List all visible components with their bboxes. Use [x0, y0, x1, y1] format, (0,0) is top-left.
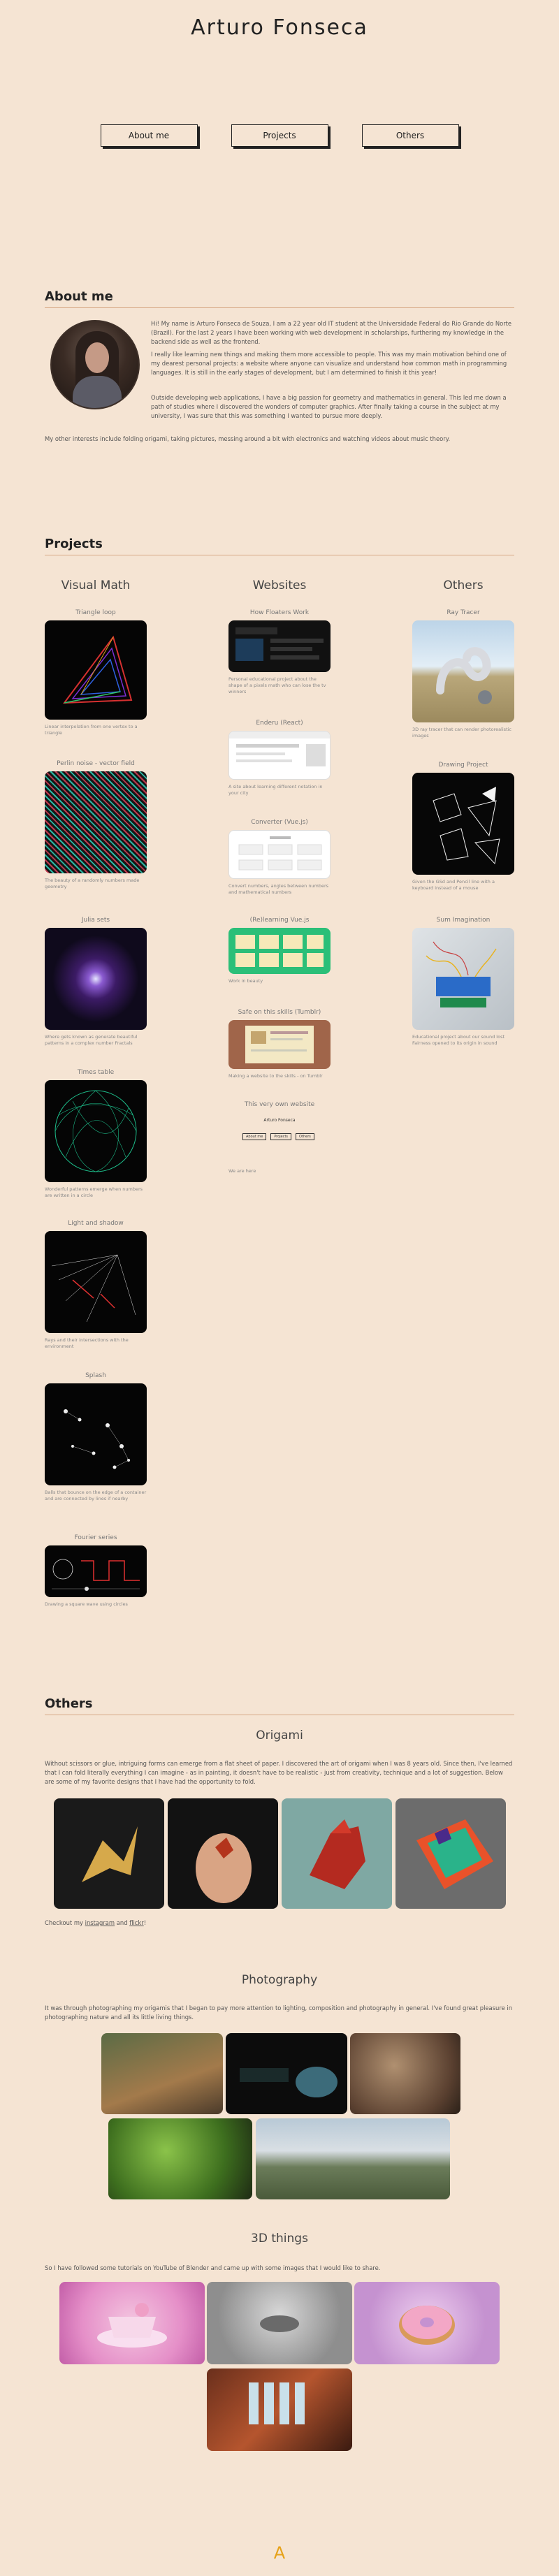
- project-title: Converter (Vue.js): [251, 819, 308, 826]
- render-teacup[interactable]: [59, 2282, 205, 2364]
- mini-site-link: Projects: [270, 1133, 292, 1140]
- project-caption: Personal educational project about the s…: [228, 676, 326, 694]
- mini-site-title: Arturo Fonseca: [263, 1118, 296, 1123]
- column-title-others: Others: [443, 578, 484, 592]
- render-pebbles[interactable]: [207, 2282, 352, 2364]
- column-title-websites: Websites: [252, 578, 307, 592]
- project-caption: We are here: [228, 1168, 256, 1174]
- about-divider: [45, 307, 514, 308]
- footer-logo[interactable]: A: [0, 2543, 559, 2563]
- origami-photo-box[interactable]: [395, 1798, 506, 1909]
- project-title: Times table: [77, 1069, 115, 1076]
- column-title-visual-math: Visual Math: [61, 578, 131, 592]
- origami-text: Without scissors or glue, intriguing for…: [45, 1760, 513, 1785]
- project-caption: Drawing a square wave using circles: [45, 1601, 128, 1607]
- about-paragraph-3: Outside developing web applications, I h…: [151, 394, 507, 419]
- project-thumbnail-julia-sets[interactable]: [45, 928, 147, 1030]
- about-paragraph-1: Hi! My name is Arturo Fonseca de Souza, …: [151, 320, 512, 345]
- origami-footer-suffix: !: [143, 1919, 147, 1926]
- origami-footer: Checkout my instagram and flickr!: [45, 1919, 514, 1928]
- project-thumbnail-this-website[interactable]: Arturo Fonseca About me Projects Others: [228, 1112, 331, 1164]
- project-title: Triangle loop: [75, 609, 116, 616]
- project-caption: Given the GSd and Pencil line with a key…: [412, 879, 495, 891]
- photo-nature-3[interactable]: [350, 2033, 460, 2114]
- about-paragraph-4: My other interests include folding origa…: [45, 435, 451, 442]
- nav-about-button[interactable]: About me: [100, 124, 198, 147]
- about-text-2: Outside developing web applications, I h…: [151, 393, 514, 424]
- project-title: (Re)learning Vue.js: [249, 917, 310, 924]
- project-caption: Balls that bounce on the edge of a conta…: [45, 1490, 147, 1501]
- project-title: How Floaters Work: [249, 609, 310, 616]
- about-text: Hi! My name is Arturo Fonseca de Souza, …: [151, 319, 514, 381]
- project-thumbnail-how-floaters-work[interactable]: [228, 620, 331, 672]
- project-caption: The beauty of a randomly numbers made ge…: [45, 878, 140, 889]
- project-thumbnail-times-table[interactable]: [45, 1080, 147, 1182]
- nav-projects-button[interactable]: Projects: [231, 124, 328, 147]
- project-title: Sum Imagination: [436, 917, 491, 924]
- project-thumbnail-triangle-loop[interactable]: [45, 620, 147, 720]
- project-title: Enderu (React): [256, 720, 303, 727]
- photography-text: It was through photographing my origamis…: [45, 2004, 513, 2021]
- project-thumbnail-tumblr[interactable]: [228, 1020, 331, 1069]
- project-title: Julia sets: [81, 917, 110, 924]
- three-d-title: 3D things: [251, 2232, 308, 2246]
- origami-footer-prefix: Checkout my: [45, 1919, 85, 1926]
- mini-site-link: Others: [296, 1133, 314, 1140]
- photo-nature-5[interactable]: [256, 2118, 450, 2199]
- project-thumbnail-perlin-noise[interactable]: [45, 771, 147, 873]
- project-title: Drawing Project: [438, 762, 488, 769]
- project-title: Ray Tracer: [447, 609, 480, 616]
- photography-title: Photography: [241, 1973, 318, 1987]
- about-paragraph-2: I really like learning new things and ma…: [151, 351, 507, 376]
- avatar: [50, 320, 140, 409]
- photo-nature-1[interactable]: [101, 2033, 223, 2114]
- flickr-link[interactable]: flickr: [129, 1919, 144, 1926]
- project-title: Safe on this skills (Tumblr): [238, 1009, 321, 1016]
- instagram-link[interactable]: instagram: [85, 1919, 115, 1926]
- project-thumbnail-light-and-shadow[interactable]: [45, 1231, 147, 1333]
- project-thumbnail-fourier-series[interactable]: [45, 1545, 147, 1597]
- project-caption: Where gets known as generate beautiful p…: [45, 1034, 138, 1046]
- project-caption: Linear interpolation from one vertex to …: [45, 724, 138, 736]
- project-title: Fourier series: [74, 1534, 117, 1541]
- project-thumbnail-relearning-vue[interactable]: [228, 928, 331, 974]
- origami-photo-bird[interactable]: [282, 1798, 392, 1909]
- project-title: This very own website: [244, 1101, 315, 1108]
- origami-photo-dragon[interactable]: [54, 1798, 164, 1909]
- project-caption: 3D ray tracer that can render photoreali…: [412, 727, 511, 738]
- page: Arturo Fonseca About me Projects Others …: [0, 0, 559, 2576]
- project-thumbnail-ray-tracer[interactable]: [412, 620, 514, 722]
- three-d-text: So I have followed some tutorials on You…: [45, 2264, 381, 2271]
- origami-title: Origami: [256, 1729, 303, 1742]
- photo-nature-4[interactable]: [108, 2118, 252, 2199]
- project-thumbnail-splash[interactable]: [45, 1383, 147, 1485]
- nav-others-button[interactable]: Others: [361, 124, 459, 147]
- project-title: Splash: [85, 1372, 106, 1379]
- mini-site-link: About me: [242, 1133, 267, 1140]
- photo-nature-2[interactable]: [226, 2033, 347, 2114]
- project-title: Light and shadow: [68, 1220, 124, 1227]
- about-section-title: About me: [45, 289, 113, 304]
- project-caption: Educational project about our sound lost…: [412, 1034, 505, 1046]
- projects-section-title: Projects: [45, 537, 103, 551]
- project-thumbnail-sum-imagination[interactable]: [412, 928, 514, 1030]
- project-caption: Making a website to the skills - on Tumb…: [228, 1073, 323, 1079]
- others-section-title: Others: [45, 1696, 93, 1711]
- render-room[interactable]: [207, 2368, 352, 2451]
- project-caption: Rays and their intersections with the en…: [45, 1337, 129, 1349]
- origami-footer-mid: and: [115, 1919, 130, 1926]
- project-thumbnail-drawing-project[interactable]: [412, 773, 514, 875]
- render-donut[interactable]: [354, 2282, 500, 2364]
- project-caption: A site about learning different notation…: [228, 784, 323, 796]
- project-caption: Wonderful patterns emerge when numbers a…: [45, 1186, 143, 1198]
- project-caption: Convert numbers, angles between numbers …: [228, 883, 329, 895]
- project-title: Perlin noise - vector field: [57, 760, 135, 767]
- project-thumbnail-enderu[interactable]: [228, 731, 331, 780]
- project-caption: Work in beauty: [228, 978, 263, 984]
- origami-photo-hand[interactable]: [168, 1798, 278, 1909]
- site-title: Arturo Fonseca: [191, 15, 368, 40]
- main-nav: About me Projects Others: [0, 124, 559, 147]
- project-thumbnail-converter[interactable]: [228, 830, 331, 879]
